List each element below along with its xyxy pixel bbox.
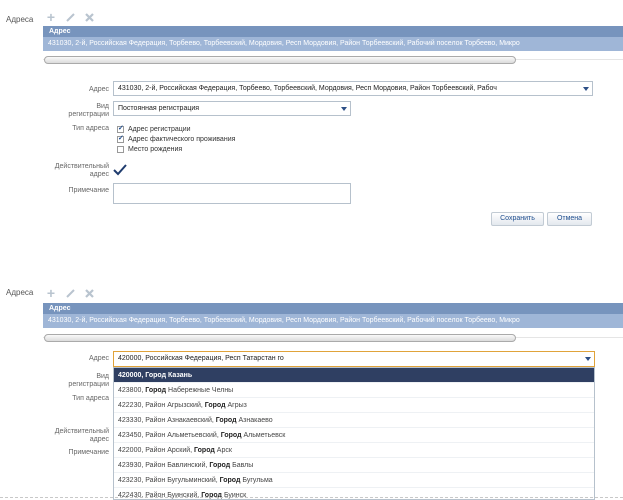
- list-item[interactable]: 423330, Район Азнакаевский, Город Азнака…: [114, 413, 594, 428]
- horizontal-scrollbar[interactable]: [43, 333, 623, 343]
- valid-address-checkbox[interactable]: [112, 163, 128, 177]
- reg-type-select[interactable]: Постоянная регистрация: [113, 101, 351, 116]
- table-row[interactable]: 431030, 2-й, Российская Федерация, Торбе…: [43, 314, 623, 328]
- note-label: Примечание: [68, 187, 109, 194]
- chevron-down-icon[interactable]: [583, 86, 589, 91]
- address-label: Адрес: [88, 355, 109, 362]
- address-input-value[interactable]: 420000, Российская Федерация, Респ Татар…: [118, 355, 284, 362]
- scroll-thumb[interactable]: [44, 334, 516, 342]
- grid-header: Адрес: [43, 26, 623, 37]
- address-combo[interactable]: 420000, Российская Федерация, Респ Татар…: [113, 351, 595, 367]
- address-grid: Адрес 431030, 2-й, Российская Федерация,…: [43, 26, 623, 51]
- checkbox[interactable]: [117, 134, 124, 143]
- checkbox-actual-residence[interactable]: Адрес фактического проживания: [117, 134, 235, 144]
- address-value: 431030, 2-й, Российская Федерация, Торбе…: [118, 85, 497, 92]
- list-item[interactable]: 423450, Район Альметьевский, Город Альме…: [114, 428, 594, 443]
- reg-type-label: Вид регистрации: [68, 373, 109, 388]
- reg-type-label: Вид регистрации: [68, 103, 109, 118]
- address-combo[interactable]: 431030, 2-й, Российская Федерация, Торбе…: [113, 81, 593, 96]
- delete-icon[interactable]: [83, 11, 95, 23]
- section-label: Адреса: [6, 288, 34, 297]
- horizontal-scrollbar[interactable]: [43, 55, 623, 65]
- edit-icon[interactable]: [64, 287, 76, 299]
- checkbox[interactable]: [117, 124, 124, 133]
- divider: [0, 497, 623, 498]
- address-grid: Адрес 431030, 2-й, Российская Федерация,…: [43, 303, 623, 328]
- list-item[interactable]: 423800, Город Набережные Челны: [114, 383, 594, 398]
- chevron-down-icon[interactable]: [585, 357, 591, 361]
- toolbar: +: [45, 10, 95, 24]
- list-item[interactable]: 420000, Город Казань: [114, 368, 594, 383]
- add-icon[interactable]: +: [45, 10, 57, 24]
- list-item[interactable]: 423230, Район Бугульминский, Город Бугул…: [114, 473, 594, 488]
- add-icon[interactable]: +: [45, 286, 57, 300]
- list-item[interactable]: 422230, Район Агрызский, Город Агрыз: [114, 398, 594, 413]
- list-item[interactable]: 422430, Район Буинский, Город Буинск: [114, 488, 594, 499]
- edit-icon[interactable]: [64, 11, 76, 23]
- checkbox-registration[interactable]: Адрес регистрации: [117, 124, 191, 134]
- grid-header: Адрес: [43, 303, 623, 314]
- address-label: Адрес: [88, 86, 109, 93]
- address-suggestions-dropdown[interactable]: 420000, Город Казань 423800, Город Набер…: [113, 367, 595, 500]
- list-item[interactable]: 422000, Район Арский, Город Арск: [114, 443, 594, 458]
- chevron-down-icon[interactable]: [341, 106, 347, 111]
- checkbox[interactable]: [117, 146, 124, 153]
- note-input[interactable]: [113, 183, 351, 204]
- addr-type-label: Тип адреса: [72, 125, 109, 132]
- section-label: Адреса: [6, 15, 34, 24]
- valid-address-label: Действительный адрес: [54, 163, 109, 178]
- note-label: Примечание: [68, 449, 109, 456]
- table-row[interactable]: 431030, 2-й, Российская Федерация, Торбе…: [43, 37, 623, 51]
- cancel-button[interactable]: Отмена: [547, 212, 592, 226]
- toolbar: +: [45, 286, 95, 300]
- checkbox-birthplace[interactable]: Место рождения: [117, 145, 182, 154]
- addr-type-label: Тип адреса: [72, 395, 109, 402]
- reg-type-value: Постоянная регистрация: [118, 105, 200, 112]
- list-item[interactable]: 423930, Район Бавлинский, Город Бавлы: [114, 458, 594, 473]
- save-button[interactable]: Сохранить: [491, 212, 544, 226]
- delete-icon[interactable]: [83, 287, 95, 299]
- valid-address-label: Действительный адрес: [54, 428, 109, 443]
- scroll-thumb[interactable]: [44, 56, 516, 64]
